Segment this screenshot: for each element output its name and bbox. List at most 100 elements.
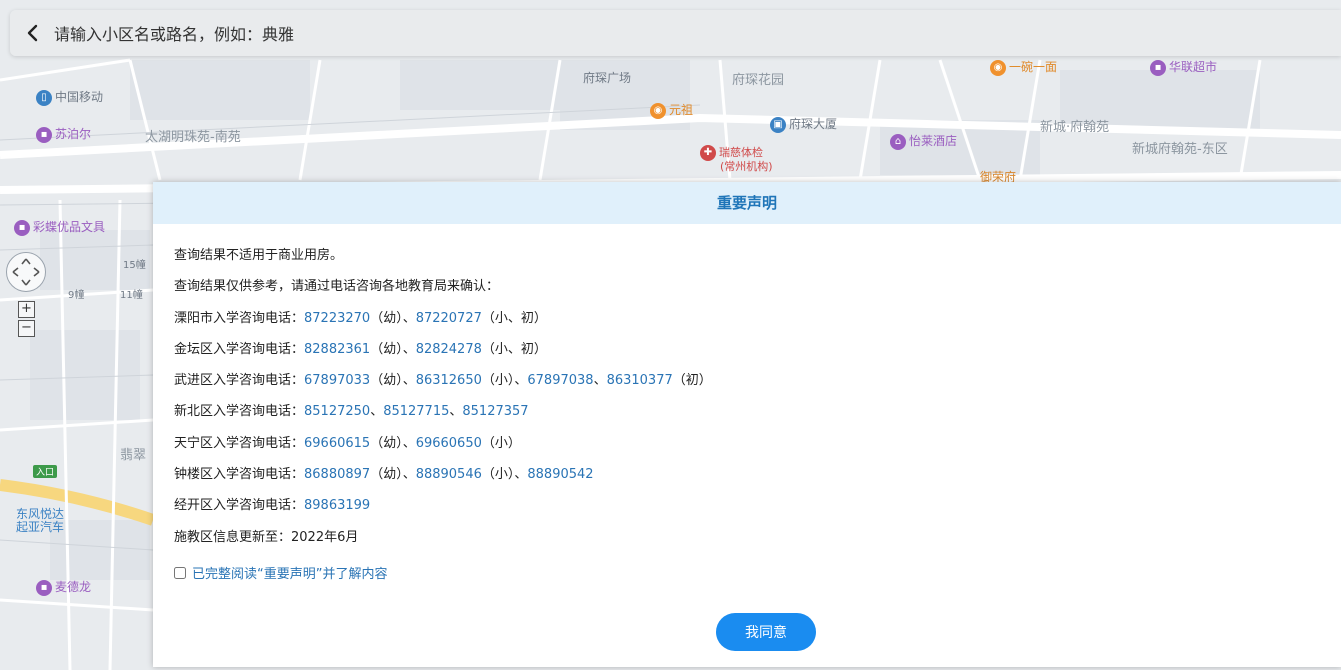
disclaimer-reference: 查询结果仅供参考，请通过电话咨询各地教育局来确认： [174,279,500,295]
back-arrow-icon[interactable] [22,21,44,45]
district-label: 新北区入学咨询电话： [174,404,305,420]
confirm-read-row[interactable]: 已完整阅读“重要声明”并了解内容 [174,564,1341,586]
grade-note: （幼）、 [370,467,416,483]
phone-link[interactable]: 86312650 [416,373,482,388]
contact-jingkai: 经开区入学咨询电话：89863199 [174,490,1341,521]
compass-pan-control[interactable] [6,252,46,292]
phone-link[interactable]: 89863199 [304,498,370,513]
district-label: 金坛区入学咨询电话： [174,341,305,357]
poi-label: 彩蝶优品文具 [33,220,106,234]
poi-building-11: 11幢 [120,290,143,301]
contact-zhonglou: 钟楼区入学咨询电话：86880897（幼）、88890546（小）、888905… [174,459,1341,490]
poi-yilai-hotel[interactable]: ⌂ 怡莱酒店 [890,132,957,150]
poi-xincheng-fuhanyuan[interactable]: 新城·府翰苑 [1040,116,1109,135]
poi-sublabel: (常州机构) [720,160,773,173]
poi-entrance[interactable]: 入口 [33,465,58,478]
district-label: 钟楼区入学咨询电话： [174,467,305,483]
mobile-icon: ▯ [36,89,52,106]
medical-icon: ✚ [700,145,716,161]
poi-feicui: 翡翠 [120,448,147,463]
grade-note: （幼）、 [370,310,416,326]
phone-link[interactable]: 85127357 [462,404,528,419]
poi-building-15: 15幢 [123,260,146,271]
poi-caidie[interactable]: ▪ 彩蝶优品文具 [14,218,105,236]
grade-note: （小）、 [481,373,528,389]
poi-label: 东风悦达 [16,507,65,521]
poi-ruici[interactable]: ✚ 瑞慈体检 (常州机构) [700,145,773,173]
poi-label: 怡莱酒店 [909,134,958,148]
grade-note: （初） [672,373,712,389]
zoom-out-button[interactable]: − [18,320,35,337]
food-icon: ◉ [990,59,1006,76]
grade-note: （小、初） [481,310,547,326]
poi-metro[interactable]: ▪ 麦德龙 [36,578,91,596]
update-date: 施教区信息更新至：2022年6月 [174,529,359,545]
district-label: 武进区入学咨询电话： [174,373,305,389]
poi-dongfeng[interactable]: 东风悦达 起亚汽车 [0,508,64,534]
grade-note: （小） [481,435,521,451]
poi-label: 府琛大厦 [789,117,838,131]
poi-building-9: 9幢 [68,290,85,301]
phone-link[interactable]: 88890546 [416,467,482,482]
district-label: 天宁区入学咨询电话： [174,435,305,451]
disclaimer-dialog: 重要声明 查询结果不适用于商业用房。 查询结果仅供参考，请通过电话咨询各地教育局… [153,182,1341,667]
phone-link[interactable]: 82882361 [304,342,370,357]
phone-link[interactable]: 67897033 [304,373,370,388]
hotel-icon: ⌂ [890,133,906,150]
contact-jintan: 金坛区入学咨询电话：82882361（幼）、82824278（小、初） [174,334,1341,365]
poi-label: 元祖 [669,103,694,117]
poi-hualian[interactable]: ▪ 华联超市 [1150,58,1217,76]
search-input[interactable] [52,18,1056,50]
phone-link[interactable]: 88890542 [527,467,593,482]
district-label: 溧阳市入学咨询电话： [174,310,305,326]
poi-label: 华联超市 [1169,60,1218,74]
dialog-body: 查询结果不适用于商业用房。 查询结果仅供参考，请通过电话咨询各地教育局来确认： … [153,224,1341,586]
poi-label: 瑞慈体检 [719,146,763,159]
map-controls: + − [6,252,46,337]
phone-link[interactable]: 85127250 [304,404,370,419]
confirm-read-label[interactable]: 已完整阅读“重要声明”并了解内容 [192,567,387,582]
poi-label: 麦德龙 [55,580,92,594]
contact-liyang: 溧阳市入学咨询电话：87223270（幼）、87220727（小、初） [174,303,1341,334]
agree-button[interactable]: 我同意 [716,613,816,651]
disclaimer-commercial: 查询结果不适用于商业用房。 [174,248,344,263]
phone-link[interactable]: 67897038 [527,373,593,388]
poi-label: 苏泊尔 [55,127,92,141]
phone-link[interactable]: 86310377 [607,373,673,388]
poi-sublabel: 起亚汽车 [16,520,65,534]
contact-xinbei: 新北区入学咨询电话：85127250、85127715、85127357 [174,396,1341,427]
separator: 、 [593,373,607,389]
poi-yuanzu[interactable]: ◉ 元祖 [650,101,693,119]
confirm-read-checkbox[interactable] [174,566,186,579]
poi-fuchuan-plaza[interactable]: 府琛广场 [583,69,631,86]
poi-china-mobile[interactable]: ▯ 中国移动 [36,88,103,106]
dialog-title: 重要声明 [153,182,1341,224]
phone-link[interactable]: 87220727 [416,311,482,326]
building-icon: ▣ [770,116,786,133]
phone-link[interactable]: 69660650 [416,436,482,451]
chevron-left-icon [27,24,38,42]
poi-yiwan-yimian[interactable]: ◉ 一碗一面 [990,58,1057,76]
search-bar [10,10,1341,56]
phone-link[interactable]: 85127715 [383,404,449,419]
shop-icon: ▪ [36,126,52,143]
district-label: 经开区入学咨询电话： [174,498,305,514]
poi-label: 中国移动 [55,90,104,104]
contact-tianning: 天宁区入学咨询电话：69660615（幼）、69660650（小） [174,428,1341,459]
poi-taihu-mingzhu[interactable]: 太湖明珠苑-南苑 [145,126,241,145]
separator: 、 [449,404,463,420]
poi-fuchuan-tower[interactable]: ▣ 府琛大厦 [770,115,837,133]
poi-fuchuan-garden[interactable]: 府琛花园 [732,69,784,88]
phone-link[interactable]: 82824278 [416,342,482,357]
grade-note: （幼）、 [370,373,416,389]
shop-icon: ▪ [1150,59,1166,76]
shop-icon: ▪ [14,219,30,236]
phone-link[interactable]: 87223270 [304,311,370,326]
phone-link[interactable]: 86880897 [304,467,370,482]
zoom-in-button[interactable]: + [18,301,35,318]
poi-xincheng-fuhanyuan-east[interactable]: 新城府翰苑-东区 [1132,138,1228,157]
poi-label: 一碗一面 [1009,60,1058,74]
separator: 、 [370,404,384,420]
phone-link[interactable]: 69660615 [304,436,370,451]
poi-supor[interactable]: ▪ 苏泊尔 [36,125,91,143]
